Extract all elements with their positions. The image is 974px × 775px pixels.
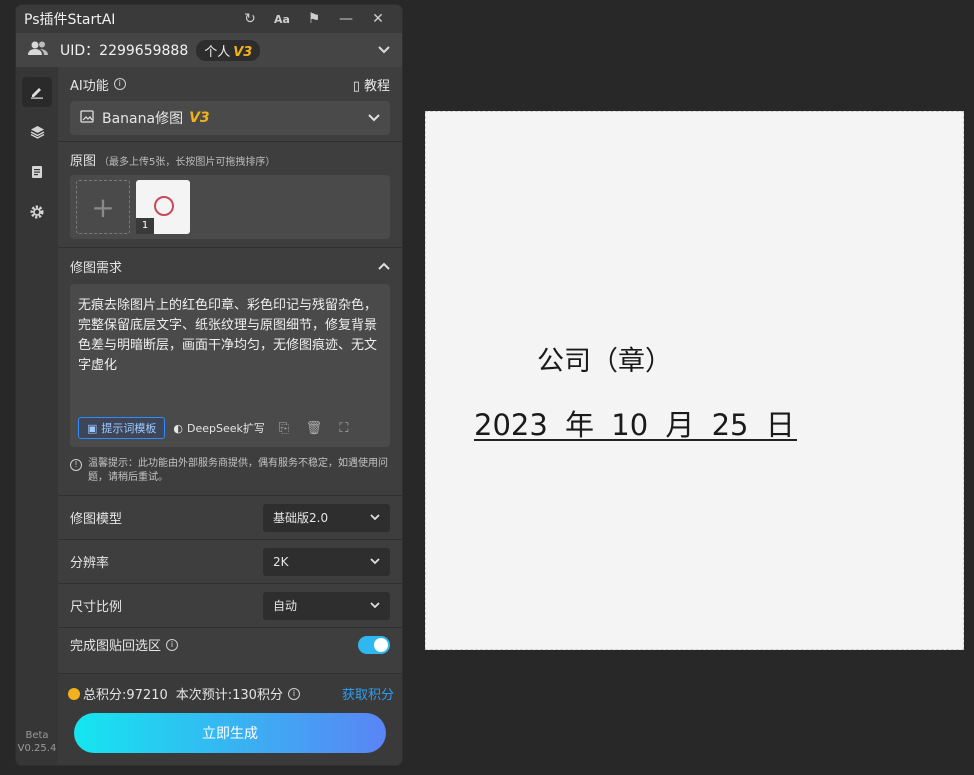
prompt-template-button[interactable]: ▣ 提示词模板 (78, 417, 166, 439)
beta-label: Beta (25, 730, 49, 741)
sidebar: Beta V0.25.4 (16, 67, 58, 765)
ai-function-value: Banana修图 (102, 111, 184, 127)
startai-panel: Ps插件StartAI ↻ Aa ⚑ — ✕ UID：2299659888 个人… (16, 5, 402, 765)
chevron-down-icon (370, 511, 380, 524)
fullscreen-icon[interactable]: ⛶ (333, 421, 355, 436)
original-header: 原图 （最多上传5张，长按图片可拖拽排序） (58, 142, 402, 175)
plan-label: 个人 (204, 44, 231, 60)
close-icon[interactable]: ✕ (362, 11, 394, 27)
minimize-icon[interactable]: — (330, 11, 362, 27)
plan-badge: 个人 V3 (196, 39, 261, 61)
ratio-select[interactable]: 自动 (263, 591, 390, 620)
info-icon[interactable]: i (166, 638, 179, 651)
layers-icon[interactable] (22, 117, 52, 147)
font-size-icon[interactable]: Aa (266, 13, 298, 26)
image-edit-icon (80, 109, 94, 127)
history-icon[interactable]: ⎘ (273, 421, 295, 436)
document-canvas[interactable]: 公司（章） 2023 年 10 月 25 日 (425, 111, 964, 650)
deepseek-expand-button[interactable]: ◐ DeepSeek扩写 (173, 420, 265, 436)
template-icon: ▣ (87, 421, 98, 435)
info-icon[interactable]: i (113, 78, 126, 90)
chevron-down-icon[interactable] (378, 43, 390, 58)
coin-icon (68, 687, 80, 700)
document-icon[interactable] (22, 157, 52, 187)
deepseek-icon: ◐ (173, 421, 184, 435)
version-number: V0.25.4 (17, 743, 57, 754)
generate-button[interactable]: 立即生成 (74, 713, 386, 753)
gear-icon[interactable] (22, 197, 52, 227)
request-text: 无痕去除图片上的红色印章、彩色印记与残留杂色，完整保留底层文字、纸张纹理与原图细… (78, 298, 378, 373)
version-label: Beta V0.25.4 (16, 729, 58, 755)
ai-function-label: AI功能 (70, 78, 109, 94)
total-points: 总积分:97210 (83, 688, 168, 703)
pin-icon[interactable]: ⚑ (298, 11, 330, 27)
resolution-row: 分辨率 2K (58, 539, 402, 583)
estimate-points: 本次预计:130积分 (175, 688, 283, 703)
options-list: 修图模型 基础版2.0 分辨率 2K 尺寸比例 自动 完成图贴回选区 i (58, 495, 402, 661)
info-icon[interactable]: i (287, 687, 300, 700)
model-label: 修图模型 (70, 512, 123, 527)
ratio-row: 尺寸比例 自动 (58, 583, 402, 627)
resolution-value: 2K (273, 554, 289, 569)
original-section: 原图 （最多上传5张，长按图片可拖拽排序） + 1 (58, 141, 402, 239)
title-bar: Ps插件StartAI ↻ Aa ⚑ — ✕ (16, 5, 402, 33)
ratio-value: 自动 (273, 599, 298, 613)
user-bar[interactable]: UID：2299659888 个人 V3 (16, 33, 402, 67)
model-value: 基础版2.0 (273, 511, 329, 525)
thumbnail-strip: + 1 (70, 175, 390, 239)
paste-back-row: 完成图贴回选区 i (58, 627, 402, 661)
prompt-template-label: 提示词模板 (101, 422, 157, 435)
document-date-line: 2023 年 10 月 25 日 (474, 408, 795, 442)
tutorial-link[interactable]: ▯ 教程 (353, 75, 390, 94)
request-header[interactable]: 修图需求 (58, 248, 402, 284)
resolution-select[interactable]: 2K (263, 547, 390, 576)
main-content: AI功能 i ▯ 教程 Banana修图 V3 原图 （最多上传5张，长按图片可拖… (58, 67, 402, 765)
users-icon (28, 40, 54, 60)
service-notice: ! 温馨提示：此功能由外部服务商提供，偶有服务不稳定，如遇使用问题，请稍后重试。 (70, 457, 390, 485)
model-select[interactable]: 基础版2.0 (263, 503, 390, 532)
date-underline (474, 439, 797, 441)
request-section: 修图需求 无痕去除图片上的红色印章、彩色印记与残留杂色，完整保留底层文字、纸张纹… (58, 247, 402, 485)
tutorial-label: 教程 (363, 78, 390, 94)
deepseek-label: DeepSeek扩写 (187, 422, 265, 435)
request-toolbar: ▣ 提示词模板 ◐ DeepSeek扩写 ⎘ 🗑 ⛶ (78, 417, 382, 439)
original-label: 原图 (70, 154, 97, 169)
request-label: 修图需求 (70, 260, 123, 276)
chevron-down-icon (368, 111, 380, 125)
chevron-down-icon (370, 555, 380, 568)
points-row: 总积分:97210 本次预计:130积分 i 获取积分 (58, 674, 402, 703)
plan-version: V3 (233, 44, 253, 60)
request-textarea[interactable]: 无痕去除图片上的红色印章、彩色印记与残留杂色，完整保留底层文字、纸张纹理与原图细… (70, 284, 390, 447)
image-thumbnail[interactable]: 1 (136, 180, 190, 234)
thumbnail-number: 1 (136, 218, 154, 234)
ai-function-version: V3 (189, 110, 210, 126)
ai-function-header: AI功能 i ▯ 教程 (58, 67, 402, 101)
model-row: 修图模型 基础版2.0 (58, 495, 402, 539)
edit-icon[interactable] (22, 77, 52, 107)
app-title: Ps插件StartAI (24, 12, 116, 28)
notice-text: 温馨提示：此功能由外部服务商提供，偶有服务不稳定，如遇使用问题，请稍后重试。 (88, 458, 388, 483)
get-points-link[interactable]: 获取积分 (342, 684, 394, 703)
paste-back-toggle[interactable] (358, 635, 390, 654)
book-icon: ▯ (352, 78, 360, 94)
ratio-label: 尺寸比例 (70, 600, 123, 615)
resolution-label: 分辨率 (70, 556, 110, 571)
footer: 总积分:97210 本次预计:130积分 i 获取积分 立即生成 (58, 673, 402, 765)
trash-icon[interactable]: 🗑 (303, 421, 325, 436)
chevron-up-icon[interactable] (378, 259, 390, 273)
stamp-preview (154, 196, 174, 216)
original-hint: （最多上传5张，长按图片可拖拽排序） (99, 157, 276, 168)
ai-function-select[interactable]: Banana修图 V3 (70, 101, 390, 135)
chevron-down-icon (370, 599, 380, 612)
notice-info-icon: ! (70, 459, 82, 471)
add-image-button[interactable]: + (76, 180, 130, 234)
refresh-icon[interactable]: ↻ (234, 11, 266, 27)
paste-back-label: 完成图贴回选区 (70, 639, 162, 654)
uid-text: UID：2299659888 (60, 43, 189, 59)
document-company-line: 公司（章） (537, 346, 672, 377)
